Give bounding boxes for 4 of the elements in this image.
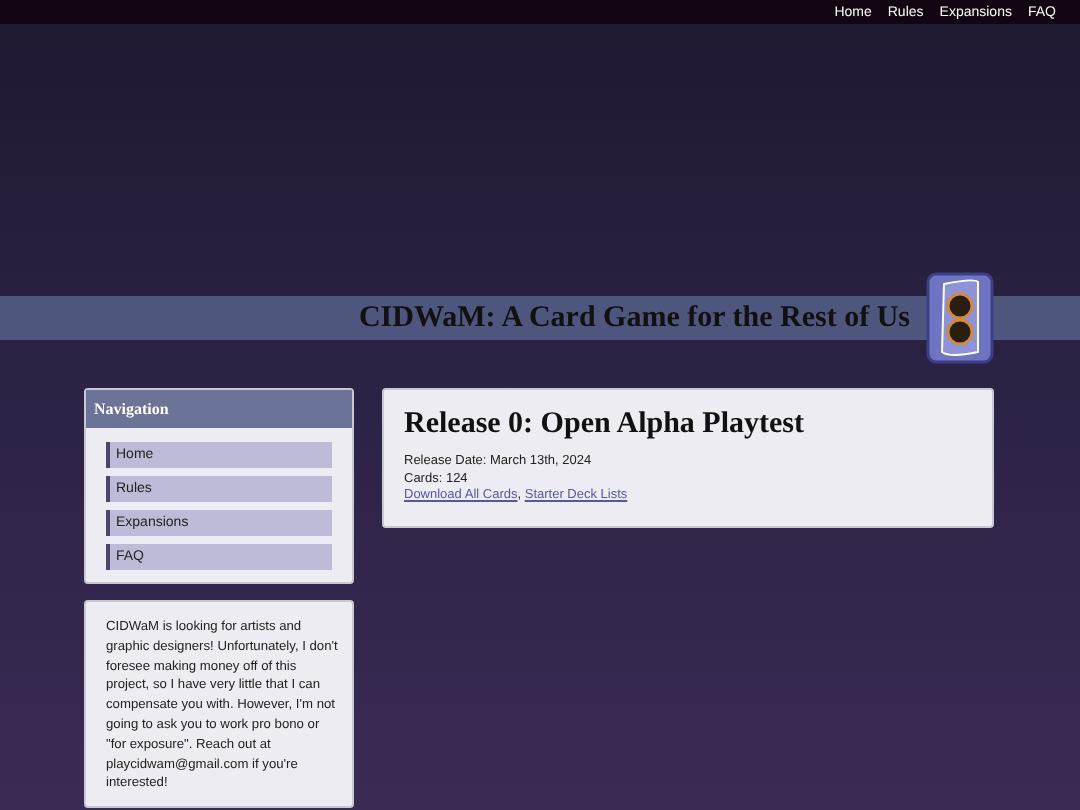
logo-icon [926, 272, 994, 364]
panel-title: Navigation [86, 390, 352, 428]
site-title: CIDWaM: A Card Game for the Rest of Us [358, 301, 910, 335]
release-title: Release 0: Open Alpha Playtest [404, 408, 806, 442]
